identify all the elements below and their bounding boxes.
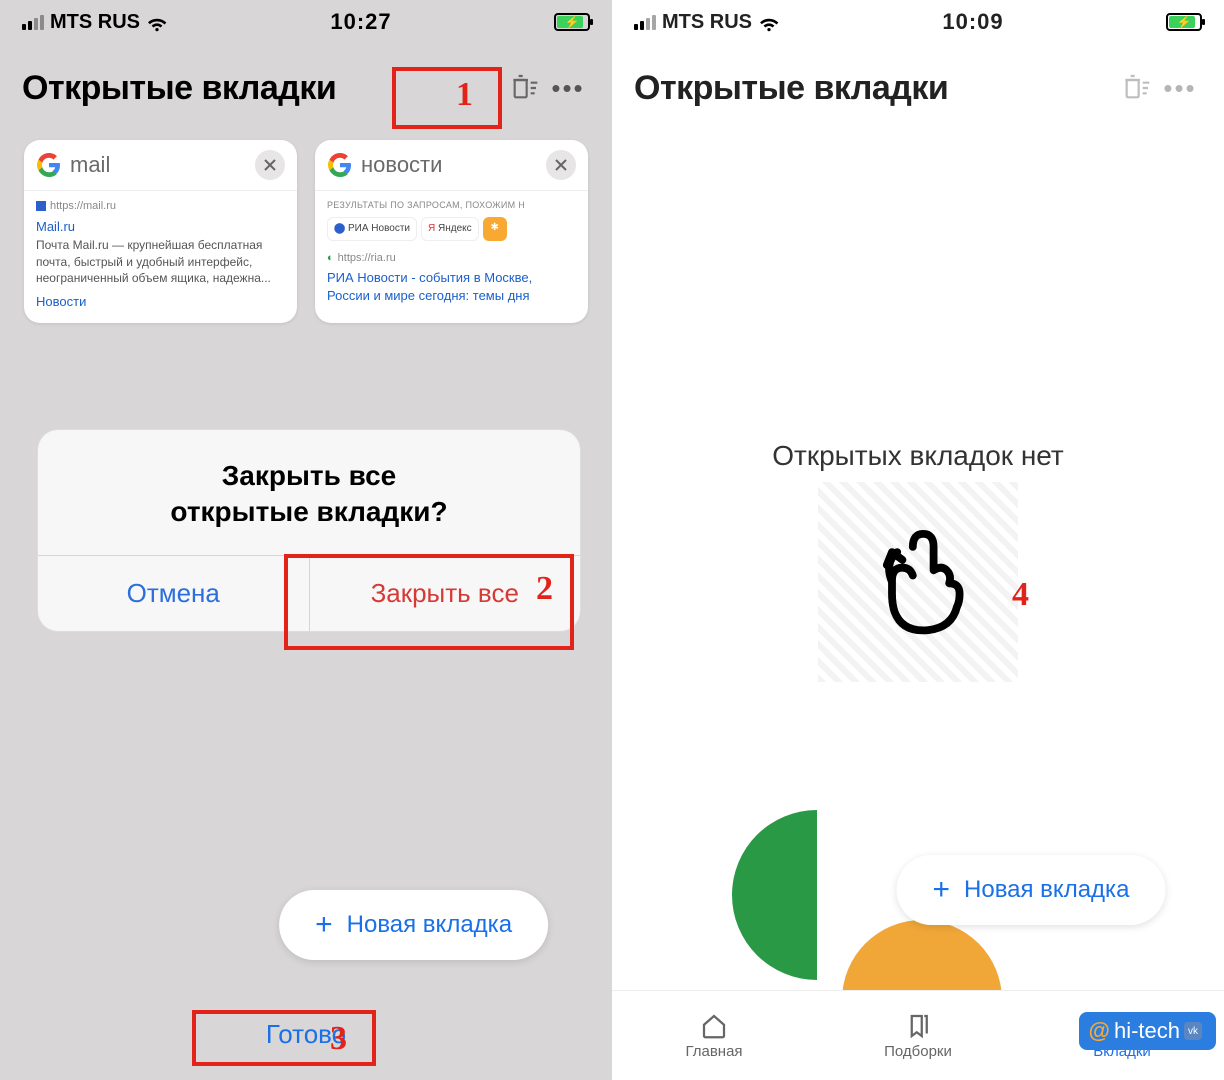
status-bar: MTS RUS 10:09 ⚡ [612, 0, 1224, 44]
annotation-label: 2 [536, 570, 553, 608]
carrier-label: MTS RUS [50, 11, 140, 34]
bookmark-icon [903, 1011, 933, 1041]
favicon-icon [36, 201, 46, 211]
empty-state-graphic [818, 482, 1018, 682]
nav-collections[interactable]: Подборки [816, 991, 1020, 1080]
annotation-label: 3 [330, 1020, 347, 1058]
screenshot-right: MTS RUS 10:09 ⚡ Открытые вкладки ••• Отк… [612, 0, 1224, 1080]
google-icon [36, 152, 62, 178]
signal-icon [634, 15, 656, 30]
open-tabs-grid: mail https://mail.ru Mail.ru Почта Mail.… [0, 120, 612, 343]
result-link: РИА Новости - события в Москве, России и… [327, 269, 576, 304]
nav-home[interactable]: Главная [612, 991, 816, 1080]
page-header: Открытые вкладки ••• [0, 44, 612, 120]
plus-icon: + [932, 873, 950, 907]
annotation-box-2 [284, 554, 574, 650]
result-sublink: Новости [36, 293, 285, 311]
tab-card[interactable]: mail https://mail.ru Mail.ru Почта Mail.… [24, 140, 297, 323]
tab-preview: https://mail.ru Mail.ru Почта Mail.ru — … [24, 190, 297, 323]
status-bar: MTS RUS 10:27 ⚡ [0, 0, 612, 44]
new-tab-button[interactable]: + Новая вкладка [279, 890, 548, 960]
tab-title: mail [70, 152, 247, 178]
dialog-title: Закрыть всеоткрытые вкладки? [38, 430, 580, 555]
page-header: Открытые вкладки ••• [612, 44, 1224, 120]
watermark-badge: @hi-tech vk [1079, 1012, 1217, 1050]
result-link: Mail.ru [36, 218, 285, 236]
more-menu-button[interactable]: ••• [546, 66, 590, 110]
annotation-box-3 [192, 1010, 376, 1066]
wifi-icon [146, 11, 168, 33]
swipe-hand-icon [853, 511, 983, 641]
empty-state-message: Открытых вкладок нет [612, 440, 1224, 472]
battery-icon: ⚡ [1166, 13, 1202, 31]
close-tab-button[interactable] [546, 150, 576, 180]
tab-preview: РЕЗУЛЬТАТЫ ПО ЗАПРОСАМ, ПОХОЖИМ Н ⬤ РИА … [315, 190, 588, 317]
vk-icon: vk [1184, 1022, 1202, 1040]
home-icon [699, 1011, 729, 1041]
annotation-box-1 [392, 67, 502, 129]
more-menu-button[interactable]: ••• [1158, 66, 1202, 110]
tab-card[interactable]: новости РЕЗУЛЬТАТЫ ПО ЗАПРОСАМ, ПОХОЖИМ … [315, 140, 588, 323]
clock: 10:27 [330, 9, 391, 35]
new-tab-button[interactable]: + Новая вкладка [896, 855, 1165, 925]
screenshot-left: MTS RUS 10:27 ⚡ Открытые вкладки ••• mai… [0, 0, 612, 1080]
carrier-label: MTS RUS [662, 11, 752, 34]
signal-icon [22, 15, 44, 30]
annotation-label: 4 [1012, 576, 1029, 614]
clock: 10:09 [942, 9, 1003, 35]
battery-icon: ⚡ [554, 13, 590, 31]
tab-title: новости [361, 152, 538, 178]
decorative-shapes [732, 810, 902, 980]
close-all-tabs-button[interactable] [1114, 66, 1158, 110]
plus-icon: + [315, 908, 333, 942]
annotation-label: 1 [456, 76, 473, 114]
page-title: Открытые вкладки [634, 69, 1114, 108]
cancel-button[interactable]: Отмена [38, 556, 310, 631]
wifi-icon [758, 11, 780, 33]
close-all-tabs-button[interactable] [502, 66, 546, 110]
google-icon [327, 152, 353, 178]
close-tab-button[interactable] [255, 150, 285, 180]
